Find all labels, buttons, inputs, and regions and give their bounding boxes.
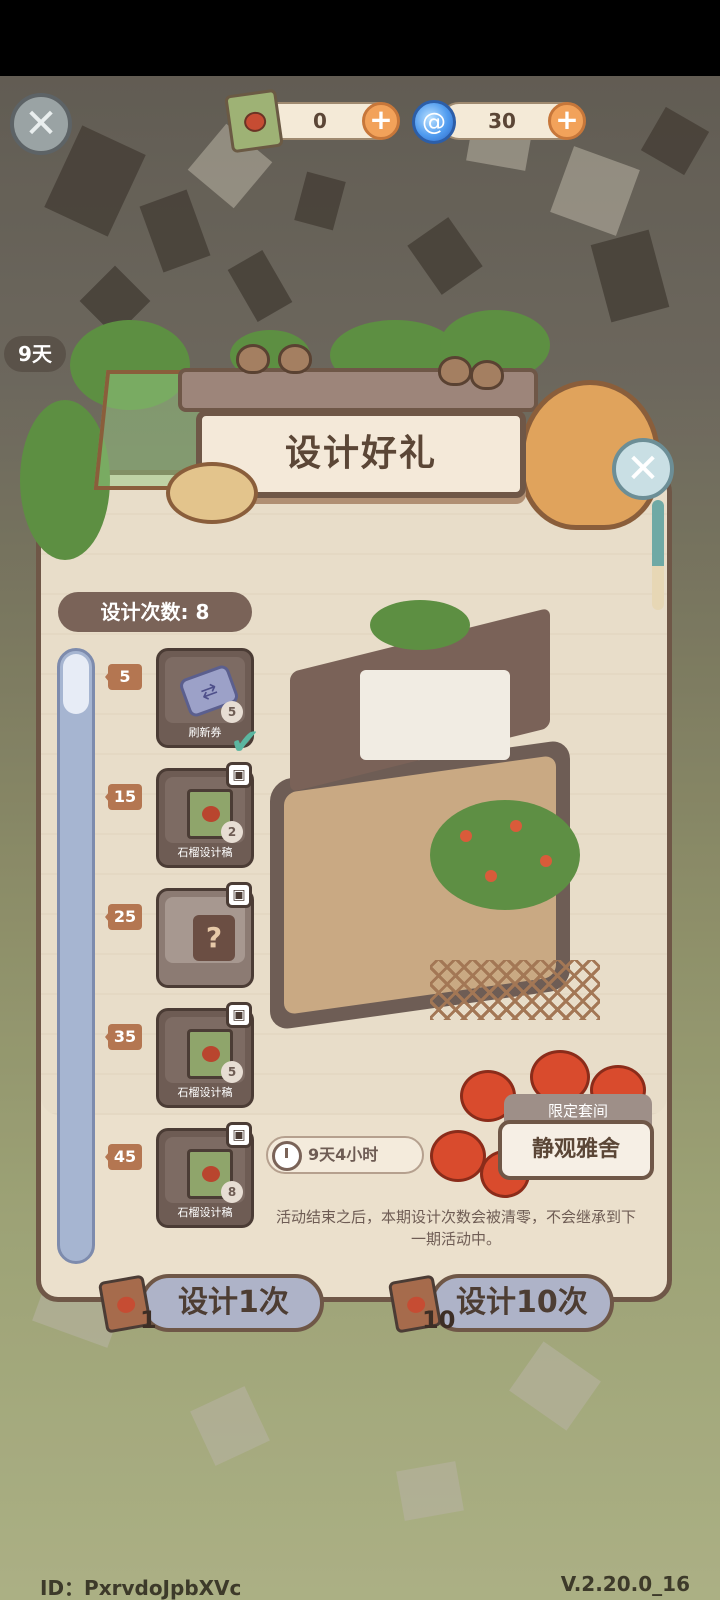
scroll-currency-value: 0 — [313, 109, 327, 133]
suite-preview-illustration — [270, 600, 600, 1040]
timer-text: 9天4小时 — [308, 1145, 379, 1164]
mystery-box-icon: ? — [193, 915, 235, 961]
milestone-threshold: 35 — [105, 1024, 142, 1050]
add-scroll-button[interactable]: + — [362, 102, 400, 140]
reward-label: 石榴设计稿 — [177, 1206, 233, 1219]
milestone-progress-bar[interactable] — [57, 648, 95, 1264]
design-ten-button[interactable]: 设计10次 — [430, 1274, 614, 1332]
swirl-currency: 30 + — [440, 102, 586, 140]
suite-name: 静观雅舍 — [498, 1120, 654, 1180]
reward-label: 石榴设计稿 — [177, 1086, 233, 1099]
design-once-cost: 1 — [140, 1306, 157, 1334]
reward-quantity: 8 — [221, 1181, 243, 1203]
lock-icon: ▣ — [226, 1122, 252, 1148]
event-timer: 9天4小时 — [266, 1136, 424, 1174]
egg-tray-decoration — [166, 462, 258, 524]
sparrow-icon — [278, 344, 312, 374]
design-ten-label: 设计10次 — [456, 1285, 588, 1320]
milestone-threshold: 5 — [105, 664, 142, 690]
lock-icon: ▣ — [226, 1002, 252, 1028]
reward-label: 石榴设计稿 — [177, 846, 233, 859]
design-ten-cost: 10 — [422, 1306, 456, 1334]
progress-fill — [63, 654, 89, 714]
claimed-check-icon: ✔ — [230, 722, 261, 763]
reset-notice: 活动结束之后，本期设计次数会被清零，不会继承到下一期活动中。 — [276, 1208, 637, 1248]
sparrow-icon — [236, 344, 270, 374]
clock-icon — [272, 1141, 302, 1171]
add-swirl-button[interactable]: + — [548, 102, 586, 140]
reward-quantity: 5 — [221, 1061, 243, 1083]
blue-swirl-icon: @ — [412, 100, 456, 144]
design-once-button[interactable]: 设计1次 — [140, 1274, 324, 1332]
milestone-threshold: 15 — [105, 784, 142, 810]
lock-icon: ▣ — [226, 762, 252, 788]
sparrow-icon — [470, 360, 504, 390]
reward-quantity: 5 — [221, 701, 243, 723]
lock-icon: ▣ — [226, 882, 252, 908]
player-id: ID：PxrvdoJpbXVc — [40, 1576, 242, 1600]
milestone-threshold: 25 — [105, 904, 142, 930]
tassel-decoration — [652, 500, 664, 610]
close-icon[interactable]: ✕ — [10, 93, 72, 155]
reward-quantity: 2 — [221, 821, 243, 843]
design-once-label: 设计1次 — [178, 1285, 289, 1320]
pomegranate-scroll-icon — [224, 88, 284, 154]
design-count-label: 设计次数: 8 — [58, 592, 252, 632]
milestone-threshold: 45 — [105, 1144, 142, 1170]
status-bar — [0, 0, 720, 76]
sparrow-icon — [438, 356, 472, 386]
swirl-currency-value: 30 — [488, 109, 516, 133]
close-panel-icon[interactable]: ✕ — [612, 438, 674, 500]
day-chip: 9天 — [4, 336, 66, 372]
version-label: V.2.20.0_16 — [560, 1572, 690, 1596]
